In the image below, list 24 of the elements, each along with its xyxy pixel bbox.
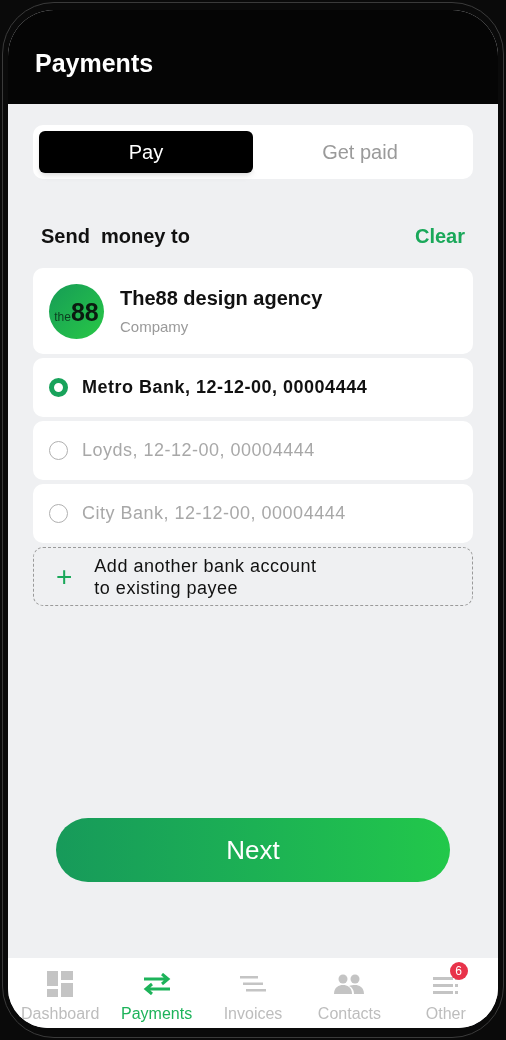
bank-account-option[interactable]: Loyds, 12-12-00, 00004444	[33, 421, 473, 480]
grid-icon	[47, 970, 74, 998]
radio-button[interactable]	[49, 378, 68, 397]
payee-name: The88 design agency	[120, 286, 323, 312]
plus-icon: +	[56, 562, 73, 591]
bank-account-option[interactable]: City Bank, 12-12-00, 00004444	[33, 484, 473, 543]
bank-account-option[interactable]: Metro Bank, 12-12-00, 00004444	[33, 358, 473, 417]
radio-button[interactable]	[49, 441, 68, 460]
next-button[interactable]: Next	[56, 818, 450, 882]
radio-button[interactable]	[49, 504, 68, 523]
payee-type: Compamy	[120, 317, 190, 338]
company-logo: the88	[49, 283, 104, 339]
nav-tab[interactable]: Invoices	[204, 962, 302, 1026]
add-account-button[interactable]: + Add another bank account to existing payee	[33, 547, 473, 606]
section-title: Send money to	[41, 224, 190, 249]
nav-tab[interactable]: Contacts	[301, 962, 398, 1026]
nav-tab[interactable]: Dashboard	[12, 962, 109, 1026]
segment-tab[interactable]: Pay	[39, 131, 253, 173]
nav-tab[interactable]: Other 6	[397, 962, 495, 1026]
screen-title: Payments	[35, 47, 154, 79]
notification-badge: 6	[449, 962, 468, 980]
nav-tab[interactable]: Payments	[108, 962, 205, 1026]
swap-arrows-icon	[142, 970, 171, 998]
clear-button[interactable]: Clear	[414, 221, 465, 251]
